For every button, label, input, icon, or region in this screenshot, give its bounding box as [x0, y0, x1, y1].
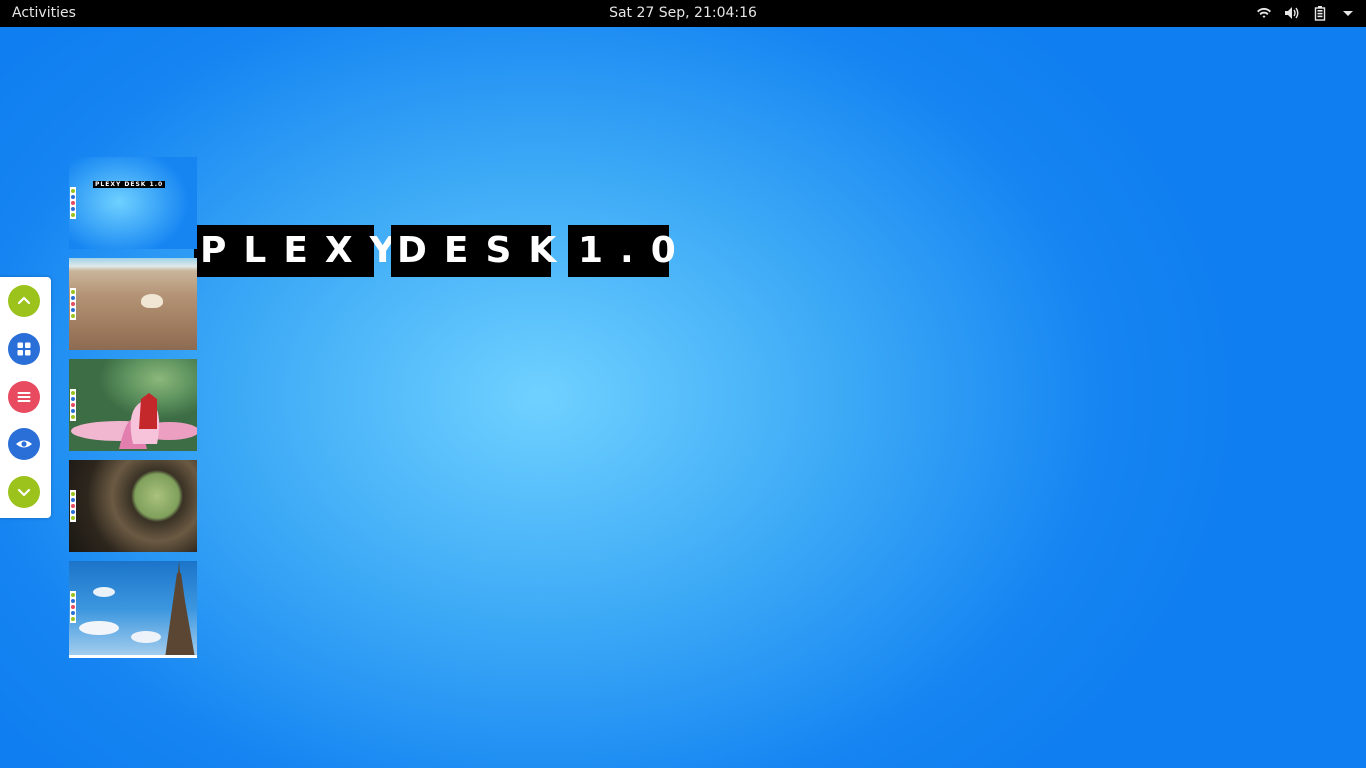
grid-icon: [17, 342, 31, 356]
title-word-desk: DESK: [391, 225, 556, 277]
lotus-flower-icon: [71, 393, 197, 449]
title-word-plexy: PLEXY: [194, 225, 396, 277]
desktop-background[interactable]: PLEXY DESK 1.0 PLEXY DESK 1.0: [0, 27, 1366, 768]
workspace-beach[interactable]: [69, 258, 197, 350]
eiffel-tower-icon: [69, 561, 197, 658]
chevron-down-icon: [17, 488, 31, 497]
clock-label[interactable]: Sat 27 Sep, 21:04:16: [609, 5, 757, 21]
system-tray[interactable]: [1256, 5, 1356, 21]
workspace-eiffel[interactable]: [69, 561, 197, 658]
battery-icon[interactable]: [1312, 5, 1328, 21]
activities-button[interactable]: Activities: [12, 5, 76, 21]
eye-icon: [16, 440, 32, 448]
grid-button[interactable]: [8, 333, 40, 365]
title-word-version: 1.0: [568, 225, 676, 277]
chevron-down-icon[interactable]: [1340, 5, 1356, 21]
plexydesk-title-banner: PLEXY DESK 1.0: [194, 225, 676, 277]
hamburger-icon: [17, 392, 31, 402]
side-dock: [0, 277, 51, 518]
scroll-down-button[interactable]: [8, 476, 40, 508]
workspace-plexydesk[interactable]: PLEXY DESK 1.0: [69, 157, 197, 249]
clock-display: Sat 27 Sep, 21:04:16: [0, 5, 1366, 21]
volume-icon[interactable]: [1284, 5, 1300, 21]
wifi-icon[interactable]: [1256, 5, 1272, 21]
mini-dock: [70, 288, 76, 320]
thumb-title: PLEXY DESK 1.0: [93, 181, 166, 188]
mini-dock: [70, 490, 76, 522]
chevron-up-icon: [17, 296, 31, 305]
mini-dock: [70, 591, 76, 623]
workspace-lotus[interactable]: [69, 359, 197, 451]
top-bar: Activities Sat 27 Sep, 21:04:16: [0, 0, 1366, 27]
workspace-tunnel[interactable]: [69, 460, 197, 552]
preview-button[interactable]: [8, 428, 40, 460]
mini-dock: [70, 389, 76, 421]
mini-dock: [70, 187, 76, 219]
menu-button[interactable]: [8, 381, 40, 413]
scroll-up-button[interactable]: [8, 285, 40, 317]
